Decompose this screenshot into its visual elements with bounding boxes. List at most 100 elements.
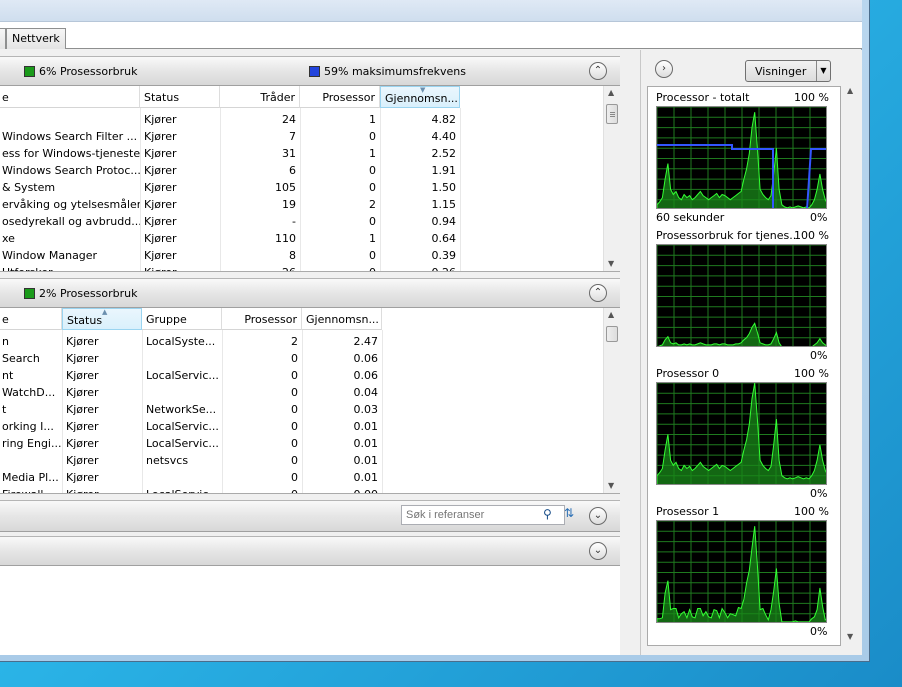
scroll-down-icon[interactable]: ▼ bbox=[847, 632, 853, 641]
service-row-cell[interactable]: 0.01 bbox=[302, 418, 382, 435]
cpu-row-cell[interactable]: 1.15 bbox=[380, 196, 460, 213]
service-row-cell[interactable]: Kjører bbox=[62, 469, 142, 486]
cpu-row-cell[interactable]: 0 bbox=[300, 128, 380, 145]
cpu-row-cell[interactable]: 1.91 bbox=[380, 162, 460, 179]
service-row-cell[interactable]: 0 bbox=[222, 418, 302, 435]
cpu-row-cell[interactable]: osedyrekall og avbrudd... bbox=[0, 213, 140, 230]
service-row-cell[interactable]: ring Engi... bbox=[0, 435, 62, 452]
search-references-input[interactable] bbox=[401, 505, 565, 525]
cpu-row-cell[interactable]: 8 bbox=[220, 247, 300, 264]
service-row-cell[interactable] bbox=[142, 469, 222, 486]
service-row-cell[interactable]: 0.04 bbox=[302, 384, 382, 401]
cpu-row-cell[interactable]: 7 bbox=[220, 128, 300, 145]
col-status[interactable]: Status bbox=[140, 86, 220, 108]
service-row-cell[interactable]: Kjører bbox=[62, 418, 142, 435]
service-row-cell[interactable]: 0.01 bbox=[302, 452, 382, 469]
tab-network[interactable]: Nettverk bbox=[6, 28, 66, 49]
scroll-down-icon[interactable]: ▼ bbox=[608, 481, 614, 490]
service-row-cell[interactable]: LocalServic... bbox=[142, 367, 222, 384]
cpu-row-cell[interactable]: 2 bbox=[300, 196, 380, 213]
service-row-cell[interactable] bbox=[0, 452, 62, 469]
cpu-row-cell[interactable]: Kjører bbox=[140, 145, 220, 162]
service-row-cell[interactable]: 0 bbox=[222, 486, 302, 493]
cpu-row-cell[interactable]: Kjører bbox=[140, 179, 220, 196]
service-row-cell[interactable]: Search bbox=[0, 350, 62, 367]
cpu-row-cell[interactable]: Kjører bbox=[140, 247, 220, 264]
service-row-cell[interactable]: 0 bbox=[222, 384, 302, 401]
service-row-cell[interactable]: 0 bbox=[222, 435, 302, 452]
cpu-row-cell[interactable]: xe bbox=[0, 230, 140, 247]
service-row-cell[interactable]: netsvcs bbox=[142, 452, 222, 469]
service-row-cell[interactable]: 0.03 bbox=[302, 401, 382, 418]
cpu-row-cell[interactable]: Kjører bbox=[140, 230, 220, 247]
service-row-cell[interactable]: 0 bbox=[222, 452, 302, 469]
col-average-cpu[interactable]: ▼ Gjennomsn... bbox=[380, 86, 460, 108]
service-row-cell[interactable]: 0.00 bbox=[302, 486, 382, 493]
refresh-icon[interactable]: ⇅ bbox=[564, 506, 574, 520]
col-service-status[interactable]: ▲ Status bbox=[62, 308, 142, 330]
service-row-cell[interactable]: Kjører bbox=[62, 350, 142, 367]
service-row-cell[interactable]: Kjører bbox=[62, 435, 142, 452]
service-row-cell[interactable]: 0.06 bbox=[302, 350, 382, 367]
services-section-header[interactable]: 2% Prosessorbruk ⌃ bbox=[0, 278, 620, 308]
service-row-cell[interactable]: NetworkSe... bbox=[142, 401, 222, 418]
cpu-row-cell[interactable]: Kjører bbox=[140, 111, 220, 128]
cpu-row-cell[interactable]: Window Manager bbox=[0, 247, 140, 264]
cpu-row-cell[interactable]: Kjører bbox=[140, 264, 220, 271]
cpu-row-cell[interactable]: 0 bbox=[300, 179, 380, 196]
cpu-row-cell[interactable]: 6 bbox=[220, 162, 300, 179]
cpu-row-cell[interactable]: 4.40 bbox=[380, 128, 460, 145]
cpu-row-cell[interactable]: & System bbox=[0, 179, 140, 196]
cpu-row-cell[interactable]: - bbox=[220, 213, 300, 230]
cpu-row-cell[interactable]: 2.52 bbox=[380, 145, 460, 162]
service-row-cell[interactable]: Media Pl... bbox=[0, 469, 62, 486]
cpu-row-cell[interactable]: ervåking og ytelsesmåler bbox=[0, 196, 140, 213]
collapse-services-icon[interactable]: ⌃ bbox=[589, 284, 607, 302]
cpu-row-cell[interactable]: 0.94 bbox=[380, 213, 460, 230]
services-table-scrollbar[interactable]: ▲ ▼ bbox=[603, 308, 620, 493]
service-row-cell[interactable]: Kjører bbox=[62, 367, 142, 384]
scroll-up-icon[interactable]: ▲ bbox=[608, 88, 614, 97]
service-row-cell[interactable]: 0 bbox=[222, 469, 302, 486]
service-row-cell[interactable]: LocalServic... bbox=[142, 435, 222, 452]
scroll-up-icon[interactable]: ▲ bbox=[608, 310, 614, 319]
cpu-row-cell[interactable] bbox=[0, 111, 140, 128]
cpu-row-cell[interactable]: 0 bbox=[300, 213, 380, 230]
cpu-row-cell[interactable]: Utforsker bbox=[0, 264, 140, 271]
service-row-cell[interactable]: LocalSyste... bbox=[142, 333, 222, 350]
cpu-row-cell[interactable]: Kjører bbox=[140, 128, 220, 145]
dropdown-arrow-icon[interactable]: ▼ bbox=[816, 61, 830, 81]
service-row-cell[interactable]: Kjører bbox=[62, 333, 142, 350]
cpu-row-cell[interactable]: 1 bbox=[300, 111, 380, 128]
service-row-cell[interactable]: Firewall bbox=[0, 486, 62, 493]
cpu-row-cell[interactable]: 4.82 bbox=[380, 111, 460, 128]
cpu-table-scrollbar[interactable]: ▲ ▼ bbox=[603, 86, 620, 271]
service-row-cell[interactable]: LocalServic... bbox=[142, 418, 222, 435]
views-button[interactable]: Visninger ▼ bbox=[745, 60, 831, 82]
collapse-panel-icon[interactable]: › bbox=[655, 60, 673, 78]
cpu-row-cell[interactable]: Kjører bbox=[140, 162, 220, 179]
graph-panel-scrollbar[interactable]: ▲ ▼ bbox=[844, 86, 859, 646]
col-service-name[interactable]: e bbox=[0, 308, 62, 330]
cpu-row-cell[interactable]: 110 bbox=[220, 230, 300, 247]
expand-modules-icon[interactable]: ⌄ bbox=[589, 542, 607, 560]
cpu-row-cell[interactable]: 105 bbox=[220, 179, 300, 196]
cpu-row-cell[interactable]: 31 bbox=[220, 145, 300, 162]
service-row-cell[interactable] bbox=[142, 350, 222, 367]
expand-handles-icon[interactable]: ⌄ bbox=[589, 507, 607, 525]
service-row-cell[interactable]: 0 bbox=[222, 401, 302, 418]
service-row-cell[interactable]: 0.01 bbox=[302, 435, 382, 452]
service-row-cell[interactable]: t bbox=[0, 401, 62, 418]
cpu-row-cell[interactable]: 24 bbox=[220, 111, 300, 128]
cpu-row-cell[interactable]: Kjører bbox=[140, 196, 220, 213]
service-row-cell[interactable]: WatchD... bbox=[0, 384, 62, 401]
col-threads[interactable]: Tråder bbox=[220, 86, 300, 108]
cpu-row-cell[interactable]: 1 bbox=[300, 230, 380, 247]
service-row-cell[interactable]: Kjører bbox=[62, 452, 142, 469]
service-row-cell[interactable]: LocalServic... bbox=[142, 486, 222, 493]
service-row-cell[interactable]: Kjører bbox=[62, 486, 142, 493]
col-group[interactable]: Gruppe bbox=[142, 308, 222, 330]
service-row-cell[interactable]: 2.47 bbox=[302, 333, 382, 350]
col-cpu[interactable]: Prosessor bbox=[300, 86, 380, 108]
scroll-up-icon[interactable]: ▲ bbox=[847, 86, 853, 95]
